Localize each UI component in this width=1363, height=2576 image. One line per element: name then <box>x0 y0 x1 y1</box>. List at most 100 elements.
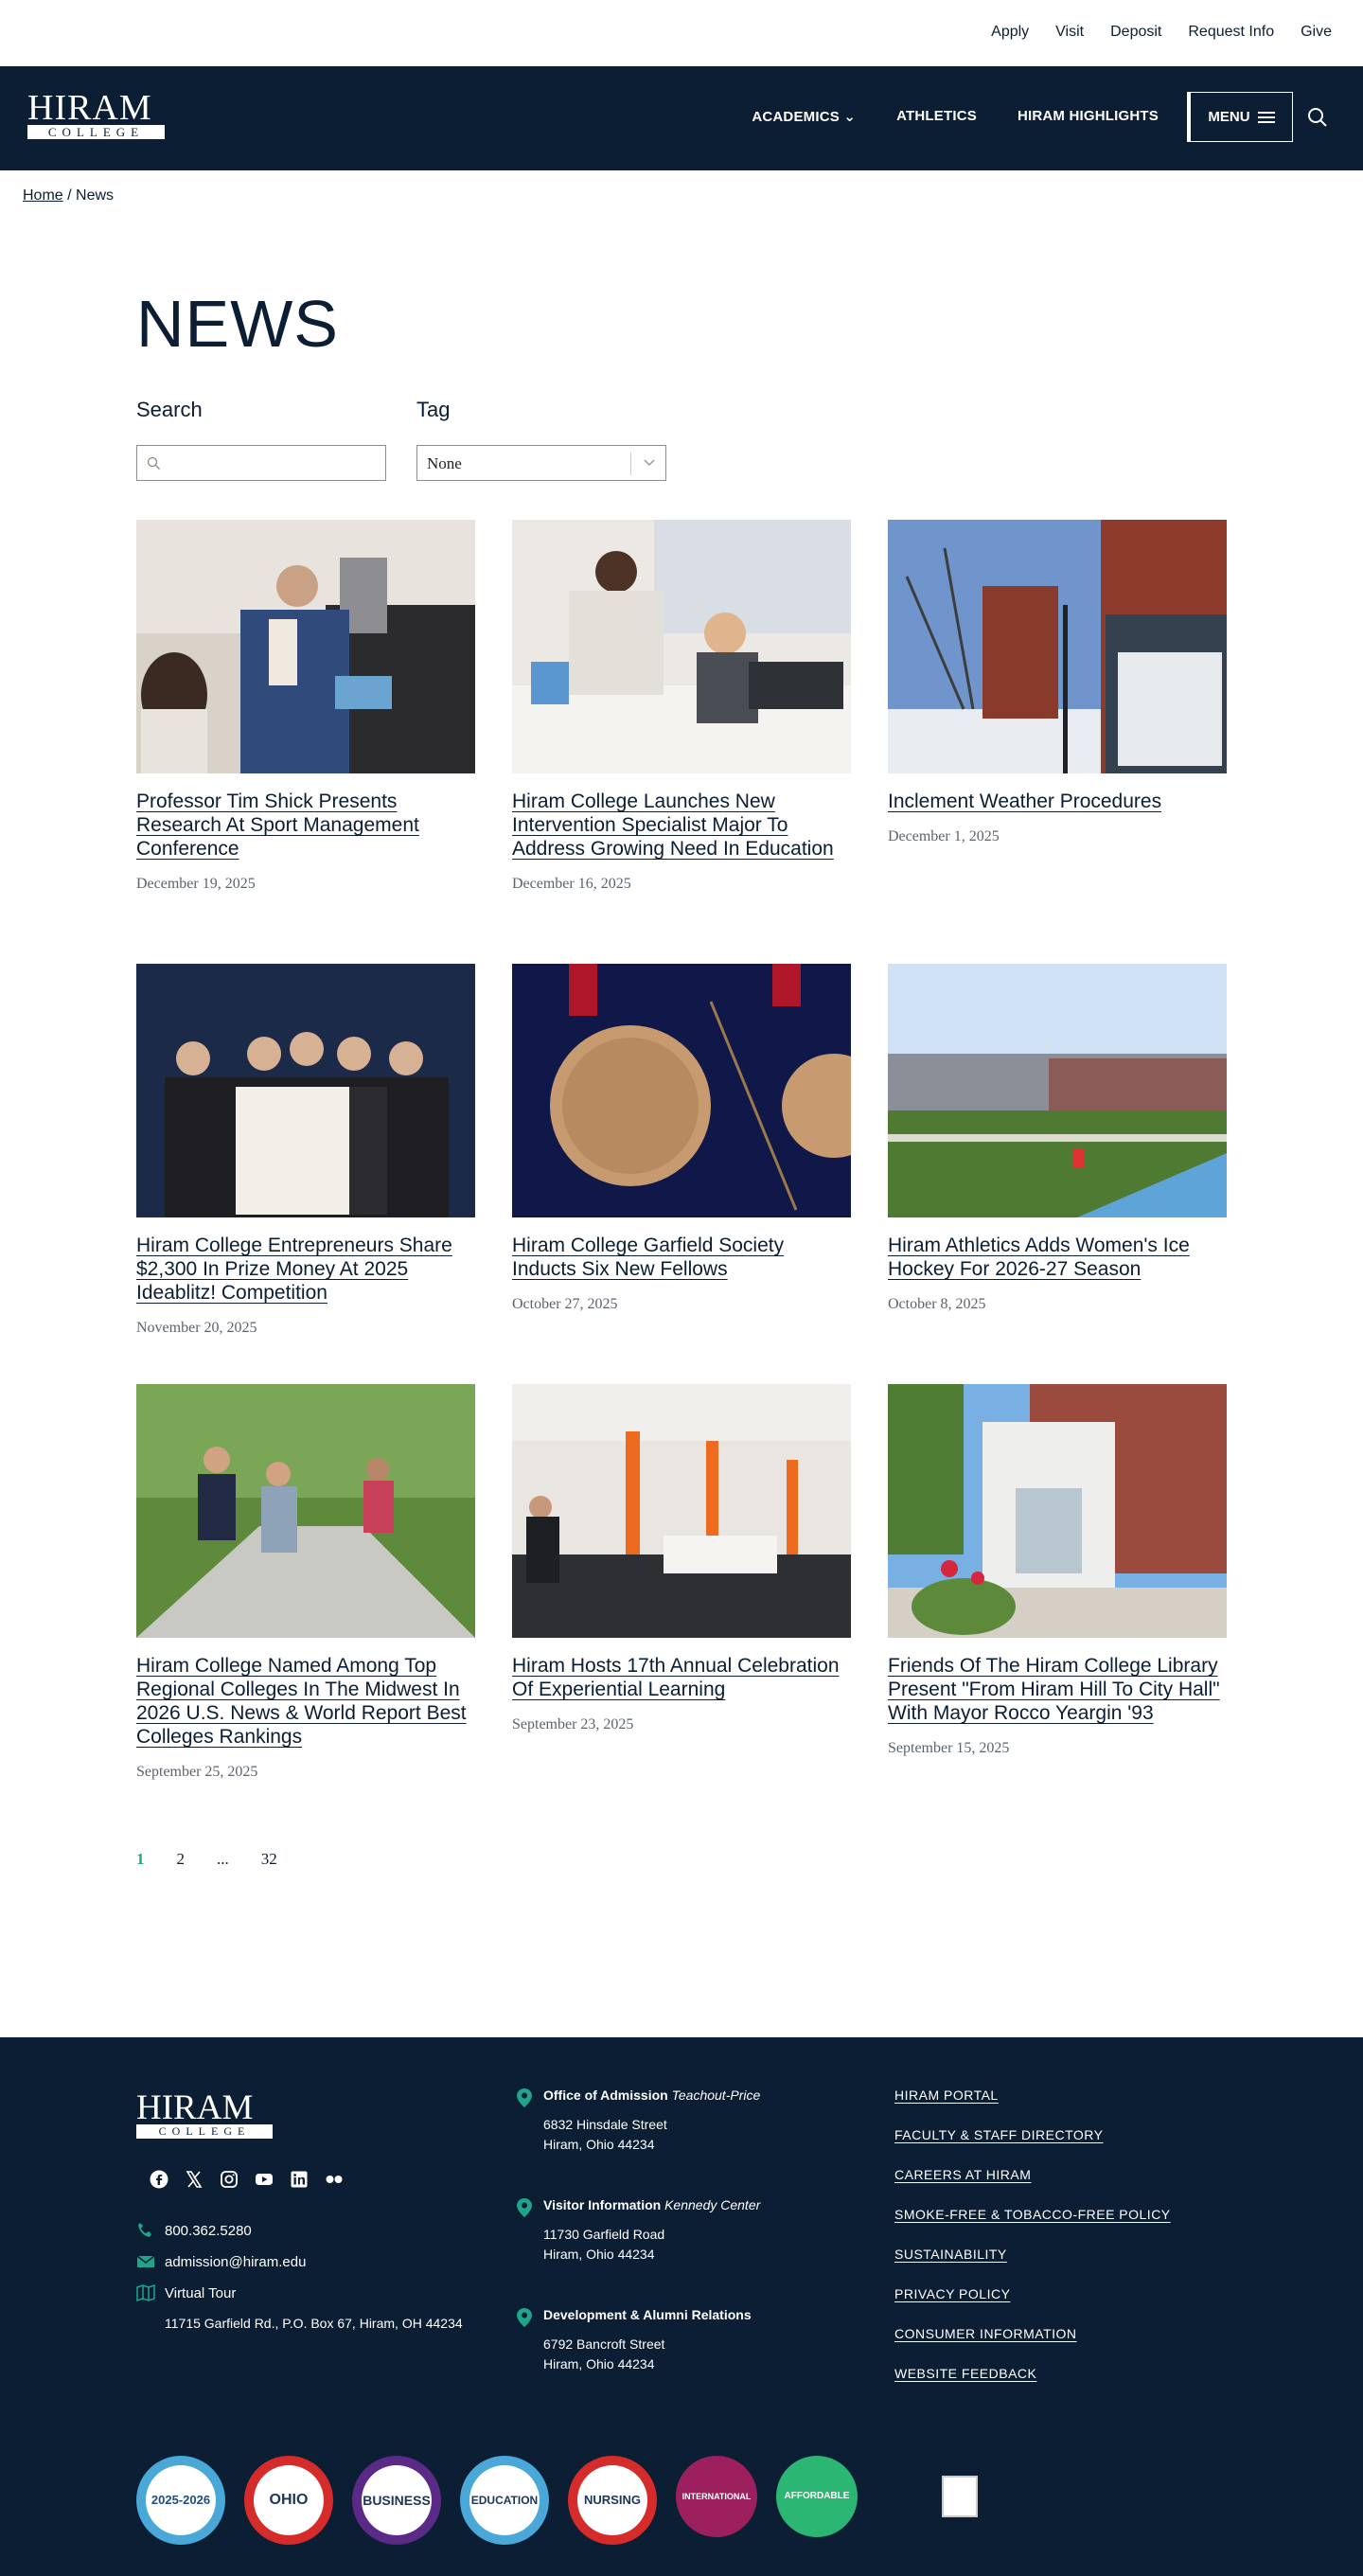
map-pin-icon <box>517 2308 532 2327</box>
page-link-last[interactable]: 32 <box>261 1850 277 1869</box>
page-ellipsis: ... <box>217 1850 229 1868</box>
article-date: October 8, 2025 <box>888 1296 986 1312</box>
article-title-link[interactable]: Professor Tim Shick Presents Research At… <box>136 790 475 861</box>
news-card: Friends Of The Hiram College Library Pre… <box>888 1384 1227 1757</box>
hiram-college-logo[interactable]: HIRAM COLLEGE <box>27 90 166 139</box>
tag-label: Tag <box>416 398 451 421</box>
utility-link-deposit[interactable]: Deposit <box>1110 23 1161 42</box>
utility-link-request-info[interactable]: Request Info <box>1188 23 1274 42</box>
footer-link-smoke-free[interactable]: SMOKE-FREE & TOBACCO-FREE POLICY <box>894 2207 1171 2222</box>
main-nav: ACADEMICS ⌄ ATHLETICS HIRAM HIGHLIGHTS <box>711 108 1159 125</box>
news-card: Hiram Athletics Adds Women's Ice Hockey … <box>888 964 1227 1313</box>
search-icon[interactable] <box>1307 107 1328 128</box>
footer-phone[interactable]: 800.362.5280 <box>136 2222 252 2239</box>
article-date: September 25, 2025 <box>136 1764 258 1780</box>
distinction-badges: 2025-2026 OHIO BUSINESS EDUCATION NURSIN… <box>136 2456 876 2545</box>
article-title-link[interactable]: Friends Of The Hiram College Library Pre… <box>888 1654 1227 1725</box>
breadcrumb-current: News <box>76 187 115 204</box>
article-title-link[interactable]: Hiram College Launches New Intervention … <box>512 790 851 861</box>
article-date: December 19, 2025 <box>136 876 256 892</box>
nav-academics[interactable]: ACADEMICS ⌄ <box>752 108 856 125</box>
footer-link-feedback[interactable]: WEBSITE FEEDBACK <box>894 2366 1036 2381</box>
article-image[interactable] <box>136 520 475 773</box>
article-image[interactable] <box>888 520 1227 773</box>
page-current: 1 <box>136 1850 145 1868</box>
footer-link-privacy[interactable]: PRIVACY POLICY <box>894 2286 1010 2301</box>
page-title: NEWS <box>136 287 339 361</box>
badge-colleges-of-distinction: 2025-2026 <box>136 2456 225 2545</box>
utility-link-visit[interactable]: Visit <box>1055 23 1084 42</box>
phone-icon <box>138 2223 151 2237</box>
article-date: December 1, 2025 <box>888 828 1000 844</box>
social-links <box>150 2170 344 2189</box>
nav-hiram-highlights[interactable]: HIRAM HIGHLIGHTS <box>1018 108 1159 125</box>
badge-education: EDUCATION <box>460 2456 549 2545</box>
badge-business: BUSINESS <box>352 2456 441 2545</box>
news-card: Hiram College Entrepreneurs Share $2,300… <box>136 964 475 1337</box>
article-image[interactable] <box>888 964 1227 1217</box>
footer-link-directory[interactable]: FACULTY & STAFF DIRECTORY <box>894 2127 1103 2142</box>
news-card: Hiram College Named Among Top Regional C… <box>136 1384 475 1781</box>
search-label: Search <box>136 398 203 421</box>
breadcrumb: Home / News <box>23 187 115 204</box>
tag-select[interactable]: None <box>416 445 666 481</box>
footer-email[interactable]: admission@hiram.edu <box>136 2253 306 2270</box>
menu-button[interactable]: MENU <box>1187 92 1293 142</box>
article-title-link[interactable]: Hiram College Garfield Society Inducts S… <box>512 1234 851 1281</box>
mail-icon <box>136 2255 155 2267</box>
search-input[interactable] <box>168 450 376 476</box>
x-icon[interactable] <box>185 2170 204 2189</box>
footer-link-portal[interactable]: HIRAM PORTAL <box>894 2087 999 2103</box>
article-title-link[interactable]: Hiram College Named Among Top Regional C… <box>136 1654 475 1749</box>
article-image[interactable] <box>512 964 851 1217</box>
news-card: Hiram Hosts 17th Annual Celebration Of E… <box>512 1384 851 1733</box>
footer-link-consumer-info[interactable]: CONSUMER INFORMATION <box>894 2326 1077 2341</box>
footer-logo[interactable]: HIRAM COLLEGE <box>136 2090 273 2139</box>
article-image[interactable] <box>888 1384 1227 1638</box>
youtube-icon[interactable] <box>255 2170 274 2189</box>
article-image[interactable] <box>136 1384 475 1638</box>
article-date: November 20, 2025 <box>136 1320 257 1336</box>
instagram-icon[interactable] <box>220 2170 239 2189</box>
article-image[interactable] <box>512 1384 851 1638</box>
map-pin-icon <box>517 2088 532 2107</box>
site-header: HIRAM COLLEGE ACADEMICS ⌄ ATHLETICS HIRA… <box>0 66 1363 170</box>
article-date: October 27, 2025 <box>512 1296 618 1312</box>
facebook-icon[interactable] <box>150 2170 168 2189</box>
site-footer: HIRAM COLLEGE 800.362.5280 admission@hir… <box>0 2037 1363 2576</box>
footer-link-sustainability[interactable]: SUSTAINABILITY <box>894 2247 1007 2262</box>
article-title-link[interactable]: Inclement Weather Procedures <box>888 790 1227 813</box>
utility-link-give[interactable]: Give <box>1301 23 1332 42</box>
article-image[interactable] <box>512 520 851 773</box>
utility-bar: Apply Visit Deposit Request Info Give <box>0 0 1363 66</box>
news-card: Professor Tim Shick Presents Research At… <box>136 520 475 893</box>
footer-address: 11715 Garfield Rd., P.O. Box 67, Hiram, … <box>165 2316 463 2331</box>
footer-links: HIRAM PORTAL FACULTY & STAFF DIRECTORY C… <box>894 2086 1171 2404</box>
linkedin-icon[interactable] <box>290 2170 309 2189</box>
news-card: Inclement Weather Procedures December 1,… <box>888 520 1227 845</box>
flickr-icon[interactable] <box>325 2170 344 2189</box>
news-card: Hiram College Garfield Society Inducts S… <box>512 964 851 1313</box>
article-title-link[interactable]: Hiram College Entrepreneurs Share $2,300… <box>136 1234 475 1305</box>
article-title-link[interactable]: Hiram Athletics Adds Women's Ice Hockey … <box>888 1234 1227 1281</box>
tag-select-value: None <box>427 454 462 472</box>
breadcrumb-home[interactable]: Home <box>23 187 63 204</box>
page-link-2[interactable]: 2 <box>177 1850 186 1869</box>
utility-link-apply[interactable]: Apply <box>991 23 1029 42</box>
search-field[interactable] <box>136 445 386 481</box>
footer-virtual-tour[interactable]: Virtual Tour <box>136 2284 236 2301</box>
article-image[interactable] <box>136 964 475 1217</box>
search-icon <box>147 456 160 470</box>
accreditation-seal-icon <box>942 2476 978 2517</box>
article-date: September 23, 2025 <box>512 1716 634 1732</box>
map-icon <box>136 2284 155 2301</box>
article-date: September 15, 2025 <box>888 1740 1010 1756</box>
article-title-link[interactable]: Hiram Hosts 17th Annual Celebration Of E… <box>512 1654 851 1701</box>
badge-international: INTERNATIONAL <box>676 2456 757 2537</box>
nav-athletics[interactable]: ATHLETICS <box>896 108 977 125</box>
article-date: December 16, 2025 <box>512 876 631 892</box>
badge-nursing: NURSING <box>568 2456 657 2545</box>
chevron-down-icon <box>644 459 655 467</box>
chevron-down-icon: ⌄ <box>843 109 857 125</box>
footer-link-careers[interactable]: CAREERS AT HIRAM <box>894 2167 1031 2182</box>
